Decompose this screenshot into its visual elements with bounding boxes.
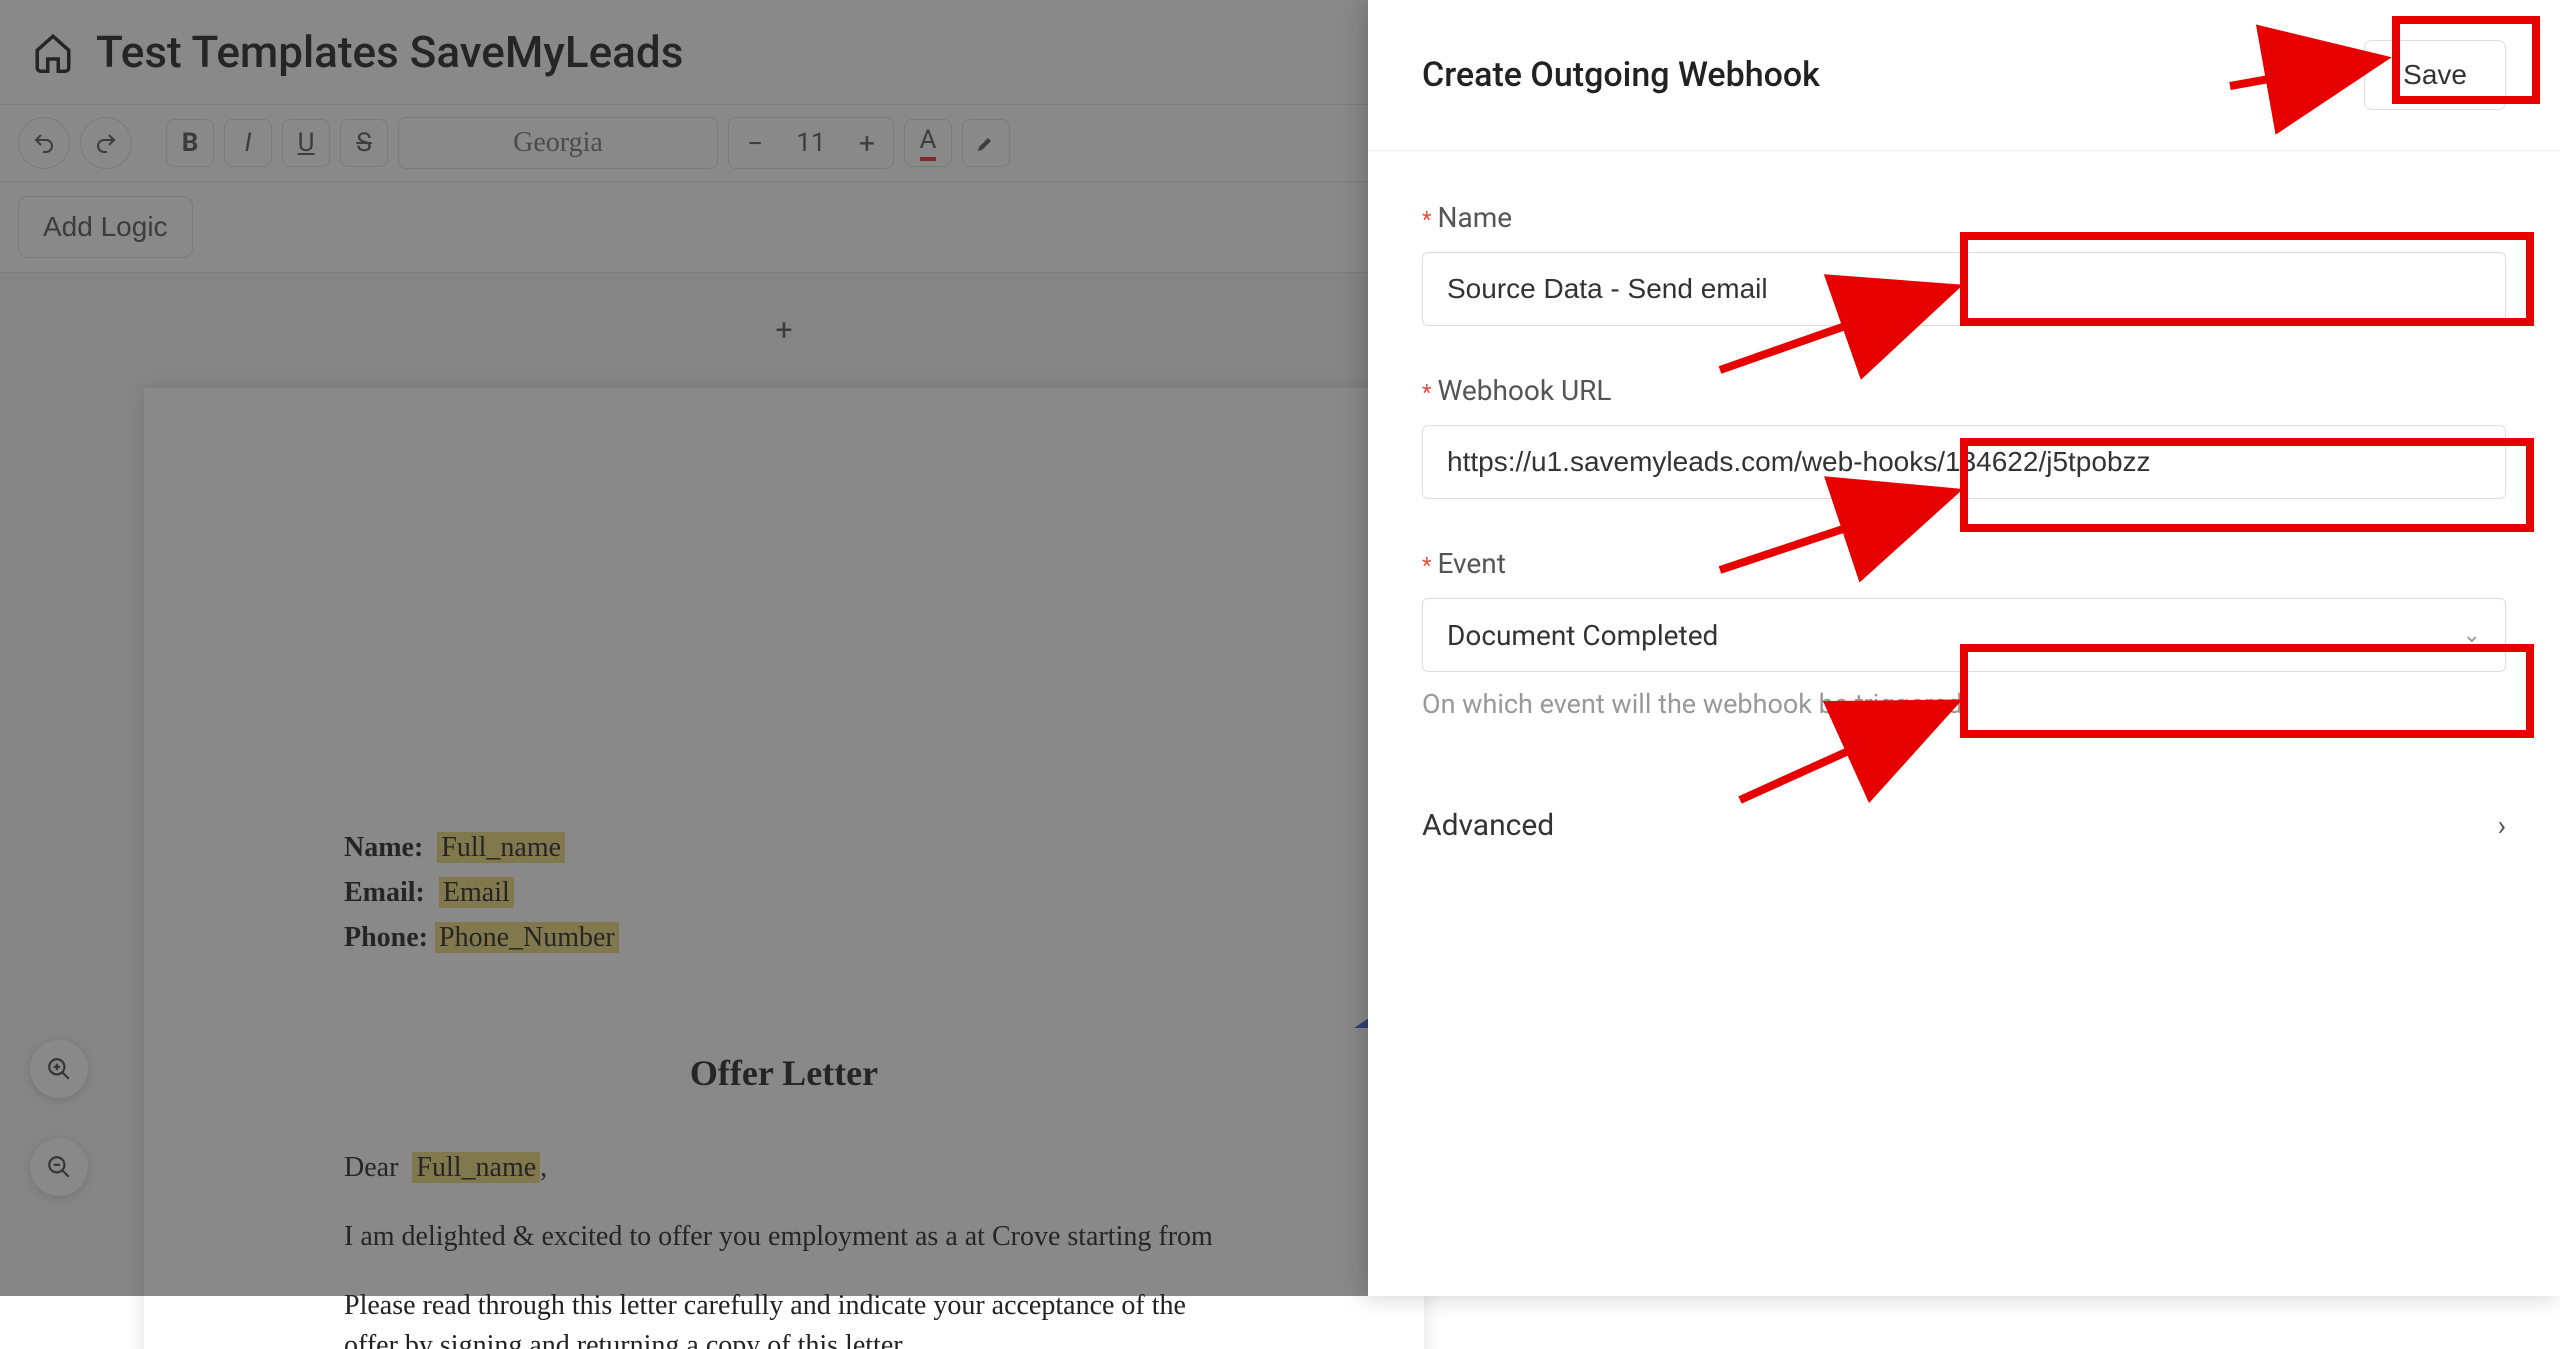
- event-label-text: Event: [1437, 547, 1505, 580]
- undo-button[interactable]: [18, 117, 70, 169]
- greeting-suffix: ,: [540, 1152, 547, 1183]
- required-icon: *: [1422, 208, 1431, 233]
- add-block-button[interactable]: +: [0, 313, 1568, 348]
- home-icon[interactable]: [32, 31, 74, 73]
- name-input[interactable]: [1422, 252, 2506, 326]
- zoom-in-button[interactable]: [30, 1040, 88, 1098]
- required-icon: *: [1422, 381, 1431, 406]
- increase-size-button[interactable]: +: [841, 117, 893, 169]
- font-select[interactable]: Georgia: [398, 117, 718, 169]
- name-group: *Name: [1422, 201, 2506, 326]
- strike-button[interactable]: S: [340, 119, 388, 167]
- doc-heading: Offer Letter: [344, 1048, 1224, 1098]
- underline-button[interactable]: U: [282, 119, 330, 167]
- header-bar: Test Templates SaveMyLeads: [0, 0, 1568, 104]
- zoom-out-button[interactable]: [30, 1138, 88, 1196]
- redo-button[interactable]: [80, 117, 132, 169]
- url-label-text: Webhook URL: [1437, 374, 1611, 407]
- advanced-label: Advanced: [1422, 808, 1554, 843]
- save-button[interactable]: Save: [2364, 40, 2506, 110]
- document-page[interactable]: Name: Full_name Email: Email Phone: Phon…: [144, 388, 1424, 1349]
- text-color-button[interactable]: A: [904, 119, 952, 167]
- font-size-group: − 11 +: [728, 117, 894, 169]
- event-help-text: On which event will the webhook be trigg…: [1422, 688, 2506, 720]
- event-select[interactable]: Document Completed ⌄: [1422, 598, 2506, 672]
- chevron-down-icon: ⌄: [2463, 623, 2481, 648]
- name-variable[interactable]: Full_name: [437, 832, 565, 863]
- decrease-size-button[interactable]: −: [729, 117, 781, 169]
- editor-area: Test Templates SaveMyLeads B I U S Georg…: [0, 0, 1568, 1296]
- name-label: Name:: [344, 832, 423, 863]
- required-icon: *: [1422, 554, 1431, 579]
- event-group: *Event Document Completed ⌄ On which eve…: [1422, 547, 2506, 720]
- add-logic-button[interactable]: Add Logic: [18, 196, 193, 258]
- email-label: Email:: [344, 877, 425, 908]
- create-webhook-drawer: Create Outgoing Webhook Save *Name *Webh…: [1368, 0, 2560, 1296]
- chevron-right-icon: ›: [2498, 809, 2506, 842]
- url-group: *Webhook URL: [1422, 374, 2506, 499]
- name-label-text: Name: [1437, 201, 1512, 234]
- canvas-area: + Name: Full_name Email: Email Phone: Ph…: [0, 273, 1568, 1349]
- drawer-title: Create Outgoing Webhook: [1422, 55, 1820, 95]
- bold-button[interactable]: B: [166, 119, 214, 167]
- greeting-variable[interactable]: Full_name: [412, 1152, 540, 1183]
- paragraph-1: I am delighted & excited to offer you em…: [344, 1217, 1224, 1256]
- name-label-form: *Name: [1422, 201, 2506, 234]
- phone-label: Phone:: [344, 922, 428, 953]
- event-label-form: *Event: [1422, 547, 2506, 580]
- toolbar: B I U S Georgia − 11 + A: [0, 104, 1568, 182]
- greeting-prefix: Dear: [344, 1152, 398, 1183]
- url-label-form: *Webhook URL: [1422, 374, 2506, 407]
- email-variable[interactable]: Email: [439, 877, 514, 908]
- italic-button[interactable]: I: [224, 119, 272, 167]
- highlight-button[interactable]: [962, 119, 1010, 167]
- advanced-toggle[interactable]: Advanced ›: [1422, 768, 2506, 883]
- phone-variable[interactable]: Phone_Number: [435, 922, 619, 953]
- drawer-body: *Name *Webhook URL *Event Document Compl…: [1368, 151, 2560, 933]
- font-size-value: 11: [781, 128, 841, 158]
- drawer-header: Create Outgoing Webhook Save: [1368, 0, 2560, 151]
- page-title: Test Templates SaveMyLeads: [96, 26, 683, 78]
- event-select-value: Document Completed: [1447, 619, 1718, 652]
- zoom-controls: [30, 1040, 88, 1196]
- webhook-url-input[interactable]: [1422, 425, 2506, 499]
